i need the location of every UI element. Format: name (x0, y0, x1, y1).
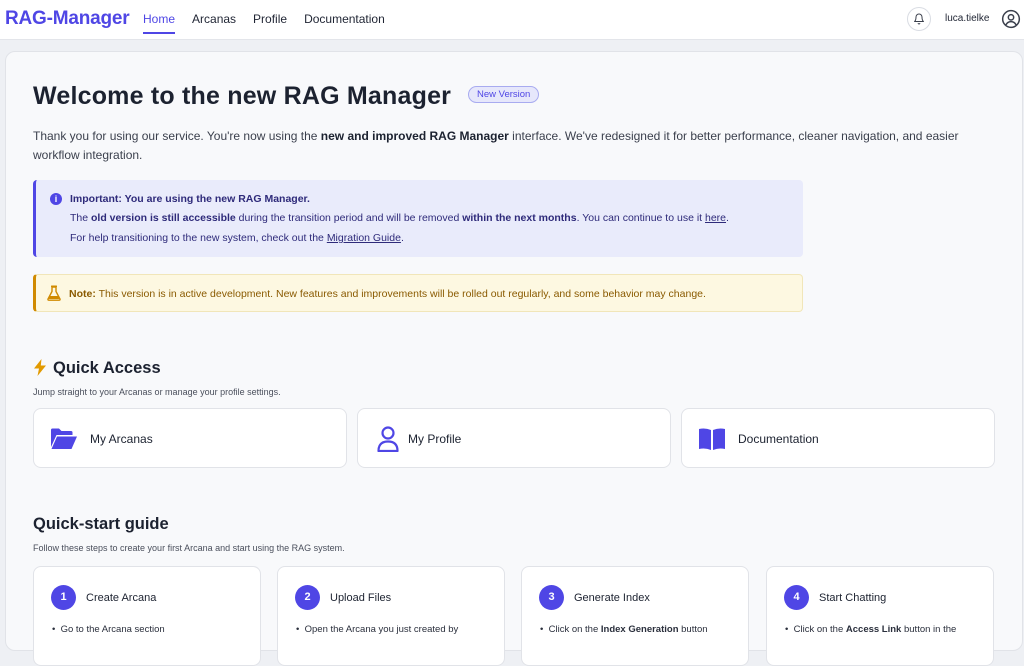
step-bullet: • Click on the Index Generation button (540, 624, 708, 635)
username[interactable]: luca.tielke (945, 13, 989, 24)
notifications-button[interactable] (907, 7, 931, 31)
development-note-box: Note: This version is in active developm… (33, 274, 803, 312)
top-navbar: RAG-Manager Home Arcanas Profile Documen… (0, 0, 1024, 40)
quick-access-my-arcanas[interactable]: My Arcanas (33, 408, 347, 468)
intro-paragraph: Thank you for using our service. You're … (33, 129, 959, 162)
info-line-migration: For help transitioning to the new system… (70, 232, 404, 244)
book-open-icon (699, 428, 725, 450)
step-bullet: • Go to the Arcana section (52, 624, 165, 635)
quick-access-label: Documentation (738, 432, 819, 446)
quick-start-title: Quick-start guide (33, 515, 169, 533)
nav-documentation[interactable]: Documentation (304, 12, 385, 34)
quick-access-my-profile[interactable]: My Profile (357, 408, 671, 468)
old-version-link[interactable]: here (705, 212, 726, 224)
nav-profile[interactable]: Profile (253, 12, 287, 34)
version-badge: New Version (468, 86, 540, 103)
step-title: Start Chatting (819, 592, 887, 604)
info-icon: i (50, 193, 62, 205)
important-info-box: i Important: You are using the new RAG M… (33, 180, 803, 257)
quick-start-subtitle: Follow these steps to create your first … (33, 543, 345, 553)
user-icon (377, 426, 399, 452)
bell-icon (914, 13, 924, 25)
migration-guide-link[interactable]: Migration Guide (327, 232, 401, 244)
info-line-old-version: The old version is still accessible duri… (70, 212, 729, 224)
flask-icon (47, 285, 61, 301)
brand-logo[interactable]: RAG-Manager (5, 8, 130, 30)
main-nav: Home Arcanas Profile Documentation (143, 12, 402, 34)
step-number: 4 (784, 585, 809, 610)
quick-access-label: My Profile (408, 432, 462, 446)
step-card-3: 3 Generate Index • Click on the Index Ge… (521, 566, 749, 666)
step-bullet: • Click on the Access Link button in the (785, 624, 957, 635)
step-number: 2 (295, 585, 320, 610)
note-text: Note: This version is in active developm… (69, 288, 706, 300)
step-title: Create Arcana (86, 592, 157, 604)
step-card-2: 2 Upload Files • Open the Arcana you jus… (277, 566, 505, 666)
step-card-1: 1 Create Arcana • Go to the Arcana secti… (33, 566, 261, 666)
user-avatar-icon[interactable] (1001, 9, 1021, 29)
quick-access-subtitle: Jump straight to your Arcanas or manage … (33, 387, 281, 397)
page-title: Welcome to the new RAG Manager (33, 82, 452, 110)
lightning-icon (34, 359, 46, 376)
step-title: Upload Files (330, 592, 392, 604)
nav-home[interactable]: Home (143, 12, 176, 34)
step-title: Generate Index (574, 592, 650, 604)
quick-access-label: My Arcanas (90, 432, 153, 446)
step-bullet: • Open the Arcana you just created by (296, 624, 459, 635)
step-number: 3 (539, 585, 564, 610)
folder-open-icon (51, 428, 77, 449)
quick-access-documentation[interactable]: Documentation (681, 408, 995, 468)
step-card-4: 4 Start Chatting • Click on the Access L… (766, 566, 994, 666)
nav-arcanas[interactable]: Arcanas (192, 12, 236, 34)
info-heading: Important: You are using the new RAG Man… (70, 193, 310, 205)
quick-access-title: Quick Access (53, 359, 161, 377)
step-number: 1 (51, 585, 76, 610)
